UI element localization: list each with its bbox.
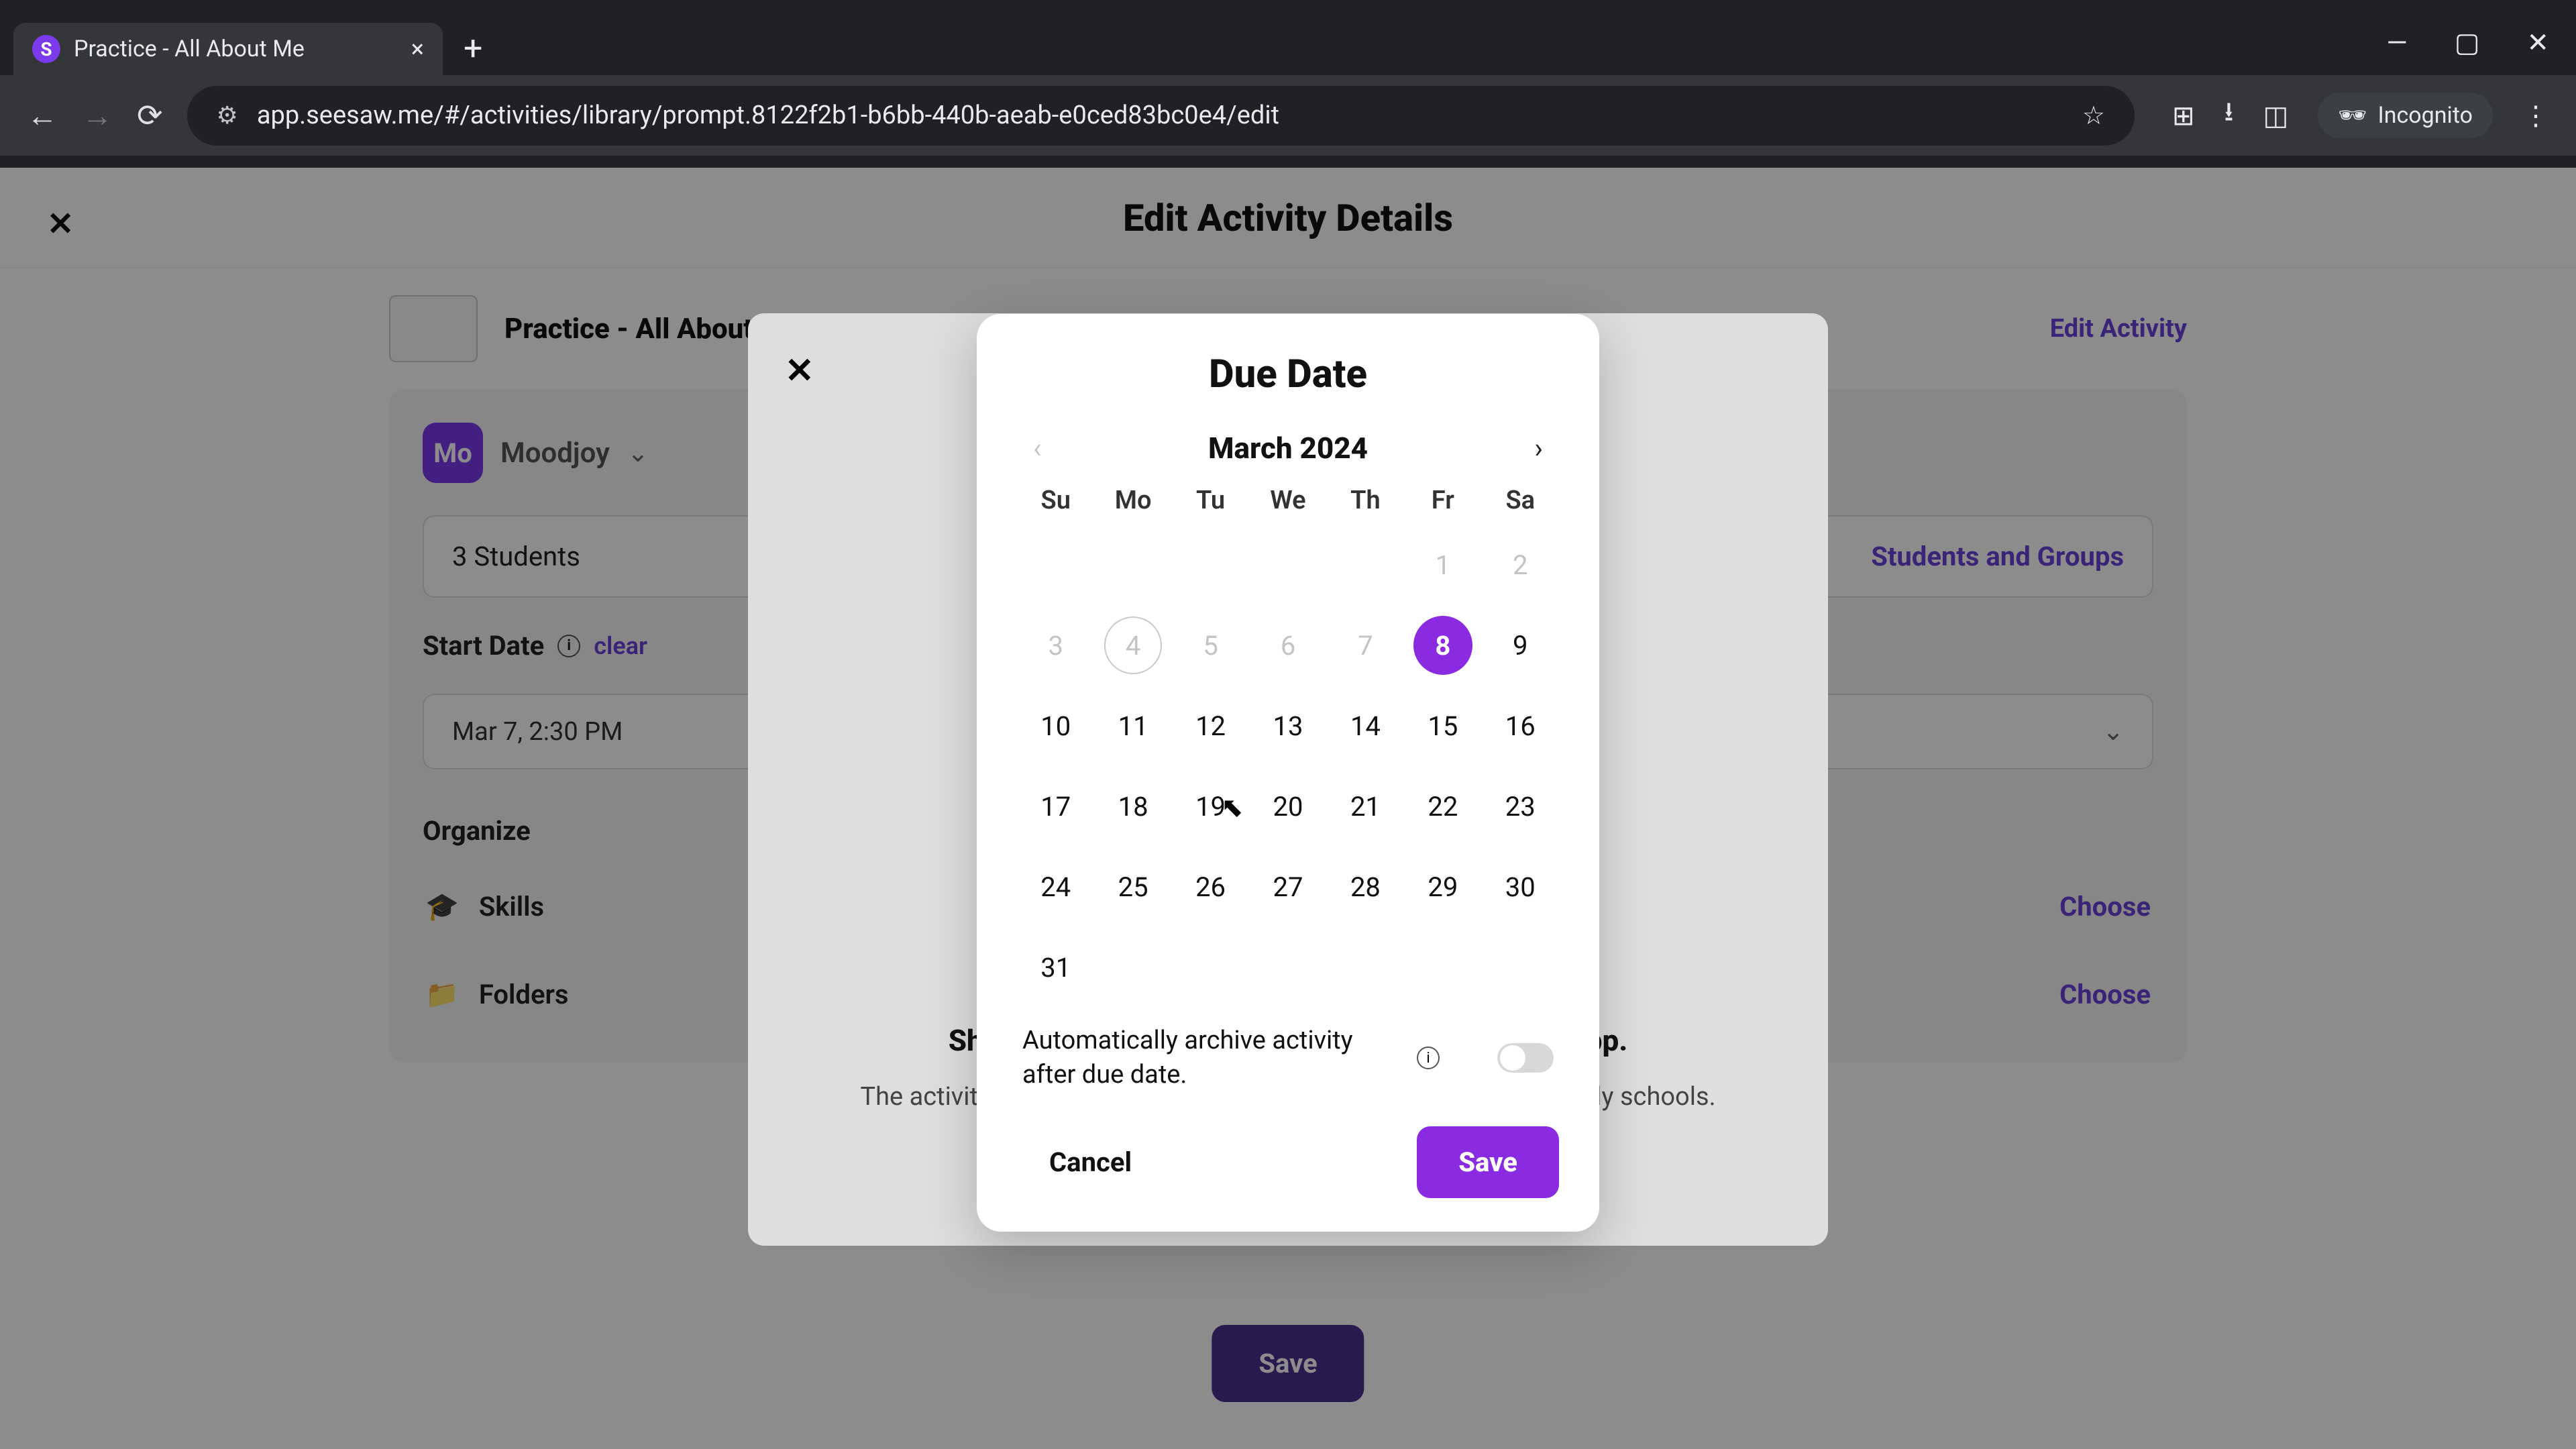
calendar-day[interactable]: 31	[1017, 934, 1094, 1001]
tab-title: Practice - All About Me	[74, 36, 305, 62]
weekday-tu: Tu	[1172, 486, 1249, 515]
site-settings-icon[interactable]: ⚙	[217, 101, 238, 129]
calendar-day[interactable]: 11	[1094, 692, 1171, 759]
calendar-day[interactable]: 22	[1404, 773, 1481, 840]
weekday-su: Su	[1017, 486, 1094, 515]
calendar-day[interactable]: 19	[1172, 773, 1249, 840]
calendar-day[interactable]: 1	[1404, 531, 1481, 598]
kebab-menu-icon[interactable]: ⋮	[2522, 100, 2549, 131]
calendar-day[interactable]: 30	[1482, 853, 1559, 920]
calendar-day[interactable]: 9	[1482, 612, 1559, 679]
calendar-day[interactable]: 14	[1327, 692, 1404, 759]
new-tab-button[interactable]: +	[453, 23, 493, 75]
calendar-day[interactable]: 3	[1017, 612, 1094, 679]
calendar-day[interactable]: 10	[1017, 692, 1094, 759]
calendar-day[interactable]: 28	[1327, 853, 1404, 920]
url-text: app.seesaw.me/#/activities/library/promp…	[257, 101, 1279, 130]
browser-chrome: S Practice - All About Me × + — ▢ ✕ ← → …	[0, 0, 2576, 168]
next-month-icon[interactable]: ›	[1534, 432, 1543, 465]
back-icon[interactable]: ←	[27, 97, 58, 134]
calendar-day[interactable]: 6	[1249, 612, 1326, 679]
calendar-day[interactable]: 23	[1482, 773, 1559, 840]
weekday-th: Th	[1327, 486, 1404, 515]
prev-month-icon[interactable]: ‹	[1033, 432, 1042, 465]
tab-favicon: S	[32, 35, 60, 63]
sidepanel-icon[interactable]: ◫	[2263, 100, 2289, 131]
window-controls: — ▢ ✕	[2386, 27, 2549, 58]
cancel-button[interactable]: Cancel	[1017, 1129, 1164, 1195]
calendar-day[interactable]: 25	[1094, 853, 1171, 920]
calendar-day[interactable]: 15	[1404, 692, 1481, 759]
month-nav-row: ‹ March 2024 ›	[1017, 424, 1559, 486]
calendar-day[interactable]: 21	[1327, 773, 1404, 840]
info-icon[interactable]: i	[1417, 1046, 1440, 1069]
weekday-we: We	[1249, 486, 1326, 515]
weekday-header: Su Mo Tu We Th Fr Sa	[1017, 486, 1559, 515]
calendar-day[interactable]: 18	[1094, 773, 1171, 840]
downloads-icon[interactable]: ⭳	[2224, 93, 2234, 138]
calendar-grid: 1234567891011121314151617181920212223242…	[1017, 531, 1559, 1001]
incognito-icon: 🕶	[2338, 102, 2367, 129]
calendar-day[interactable]: 27	[1249, 853, 1326, 920]
toolbar-icons: ⊞ ⭳ ◫ 🕶 Incognito ⋮	[2172, 93, 2549, 138]
calendar-day[interactable]: 8	[1404, 612, 1481, 679]
weekday-mo: Mo	[1094, 486, 1171, 515]
incognito-chip[interactable]: 🕶 Incognito	[2318, 93, 2493, 138]
share-modal-close-icon[interactable]: ✕	[785, 350, 814, 391]
maximize-icon[interactable]: ▢	[2455, 27, 2480, 58]
calendar-day[interactable]: 13	[1249, 692, 1326, 759]
archive-toggle[interactable]	[1497, 1043, 1554, 1073]
archive-label: Automatically archive activity after due…	[1022, 1024, 1398, 1093]
due-date-title: Due Date	[1017, 352, 1559, 397]
calendar-day[interactable]: 12	[1172, 692, 1249, 759]
calendar-day[interactable]: 16	[1482, 692, 1559, 759]
calendar-day[interactable]: 5	[1172, 612, 1249, 679]
incognito-label: Incognito	[2377, 102, 2473, 129]
modal-button-row: Cancel Save	[1017, 1101, 1559, 1198]
reload-icon[interactable]: ⟳	[137, 97, 163, 134]
weekday-fr: Fr	[1404, 486, 1481, 515]
month-label: March 2024	[1208, 431, 1368, 466]
tab-close-icon[interactable]: ×	[411, 35, 424, 63]
save-button[interactable]: Save	[1417, 1126, 1559, 1198]
address-row: ← → ⟳ ⚙ app.seesaw.me/#/activities/libra…	[0, 75, 2576, 156]
address-bar[interactable]: ⚙ app.seesaw.me/#/activities/library/pro…	[187, 86, 2135, 146]
bookmark-star-icon[interactable]: ☆	[2082, 101, 2105, 131]
weekday-sa: Sa	[1482, 486, 1559, 515]
calendar-day[interactable]: 4	[1094, 612, 1171, 679]
forward-icon[interactable]: →	[82, 97, 113, 134]
browser-tab[interactable]: S Practice - All About Me ×	[13, 23, 443, 75]
calendar-day[interactable]: 2	[1482, 531, 1559, 598]
archive-toggle-row: Automatically archive activity after due…	[1017, 1001, 1559, 1101]
calendar-day[interactable]: 20	[1249, 773, 1326, 840]
calendar-day[interactable]: 7	[1327, 612, 1404, 679]
calendar-day[interactable]: 29	[1404, 853, 1481, 920]
tab-strip: S Practice - All About Me × +	[0, 0, 2576, 75]
close-window-icon[interactable]: ✕	[2526, 27, 2549, 58]
calendar-day[interactable]: 26	[1172, 853, 1249, 920]
extensions-icon[interactable]: ⊞	[2172, 100, 2195, 131]
calendar-day[interactable]: 17	[1017, 773, 1094, 840]
minimize-icon[interactable]: —	[2386, 27, 2407, 58]
due-date-modal: Due Date ‹ March 2024 › Su Mo Tu We Th F…	[977, 314, 1599, 1232]
calendar-day[interactable]: 24	[1017, 853, 1094, 920]
